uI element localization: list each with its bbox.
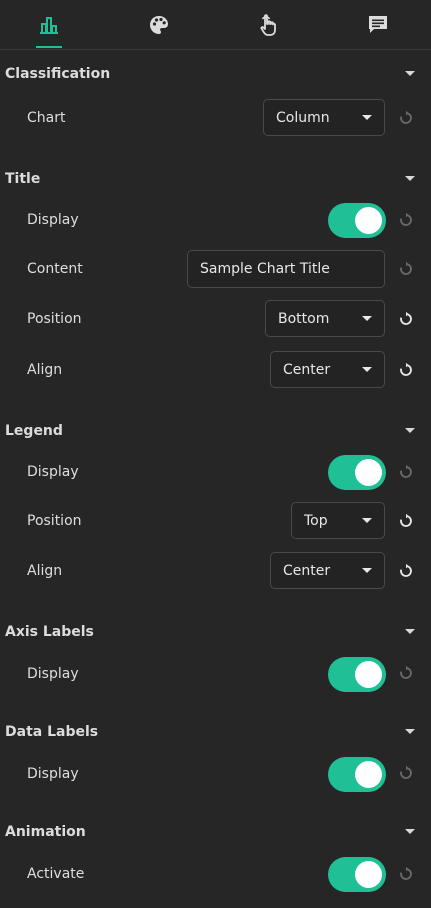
caret-down-icon bbox=[362, 115, 372, 120]
reset-button[interactable] bbox=[398, 513, 414, 529]
title-position-value: Bottom bbox=[278, 310, 330, 327]
reset-icon bbox=[398, 765, 414, 781]
title-position-select[interactable]: Bottom bbox=[265, 300, 385, 337]
chevron-down-icon[interactable] bbox=[405, 428, 415, 433]
caret-down-icon bbox=[362, 518, 372, 523]
chevron-down-icon[interactable] bbox=[405, 829, 415, 834]
legend-align-value: Center bbox=[283, 562, 331, 579]
legend-align-label: Align bbox=[27, 563, 63, 579]
legend-position-value: Top bbox=[304, 512, 328, 529]
title-position-label: Position bbox=[27, 311, 82, 327]
caret-down-icon bbox=[362, 568, 372, 573]
reset-button[interactable] bbox=[398, 563, 414, 579]
tab-chart[interactable] bbox=[19, 0, 79, 49]
title-align-select[interactable]: Center bbox=[270, 351, 385, 388]
caret-down-icon bbox=[362, 316, 372, 321]
toggle-knob bbox=[355, 861, 382, 888]
toggle-knob bbox=[355, 761, 382, 788]
active-tab-indicator bbox=[36, 46, 62, 48]
data-labels-display-toggle[interactable] bbox=[328, 757, 386, 792]
legend-position-select[interactable]: Top bbox=[291, 502, 385, 539]
section-title-title: Title bbox=[5, 171, 41, 187]
caret-down-icon bbox=[362, 367, 372, 372]
chevron-down-icon[interactable] bbox=[405, 176, 415, 181]
section-title-legend: Legend bbox=[5, 423, 63, 439]
section-title-axis-labels: Axis Labels bbox=[5, 624, 94, 640]
section-title-classification: Classification bbox=[5, 66, 111, 82]
palette-icon bbox=[148, 14, 170, 36]
title-display-label: Display bbox=[27, 212, 79, 228]
chevron-down-icon[interactable] bbox=[405, 729, 415, 734]
axis-labels-display-label: Display bbox=[27, 666, 79, 682]
reset-icon bbox=[398, 110, 414, 126]
animation-activate-label: Activate bbox=[27, 866, 85, 882]
tab-bar bbox=[0, 0, 431, 50]
reset-icon bbox=[398, 665, 414, 681]
legend-align-select[interactable]: Center bbox=[270, 552, 385, 589]
axis-labels-display-toggle[interactable] bbox=[328, 657, 386, 692]
reset-icon bbox=[398, 212, 414, 228]
bar-chart-icon bbox=[38, 15, 60, 35]
chart-type-select[interactable]: Column bbox=[263, 99, 385, 136]
title-content-input[interactable] bbox=[187, 250, 385, 288]
tab-comments[interactable] bbox=[348, 0, 408, 49]
title-align-value: Center bbox=[283, 361, 331, 378]
toggle-knob bbox=[355, 661, 382, 688]
animation-activate-toggle[interactable] bbox=[328, 857, 386, 892]
legend-display-label: Display bbox=[27, 464, 79, 480]
legend-display-toggle[interactable] bbox=[328, 455, 386, 490]
reset-button[interactable] bbox=[398, 311, 414, 327]
comment-icon bbox=[367, 14, 389, 36]
title-content-label: Content bbox=[27, 261, 83, 277]
toggle-knob bbox=[355, 207, 382, 234]
toggle-knob bbox=[355, 459, 382, 486]
touch-hand-icon bbox=[256, 13, 278, 37]
chart-type-label: Chart bbox=[27, 110, 66, 126]
section-title-data-labels: Data Labels bbox=[5, 724, 99, 740]
tab-interaction[interactable] bbox=[237, 0, 297, 49]
title-align-label: Align bbox=[27, 362, 63, 378]
chevron-down-icon[interactable] bbox=[405, 71, 415, 76]
chevron-down-icon[interactable] bbox=[405, 629, 415, 634]
legend-position-label: Position bbox=[27, 513, 82, 529]
title-display-toggle[interactable] bbox=[328, 203, 386, 238]
reset-icon bbox=[398, 464, 414, 480]
data-labels-display-label: Display bbox=[27, 766, 79, 782]
reset-icon bbox=[398, 866, 414, 882]
reset-icon bbox=[398, 261, 414, 277]
reset-button[interactable] bbox=[398, 362, 414, 378]
tab-style[interactable] bbox=[129, 0, 189, 49]
section-title-animation: Animation bbox=[5, 824, 86, 840]
chart-type-value: Column bbox=[276, 109, 330, 126]
